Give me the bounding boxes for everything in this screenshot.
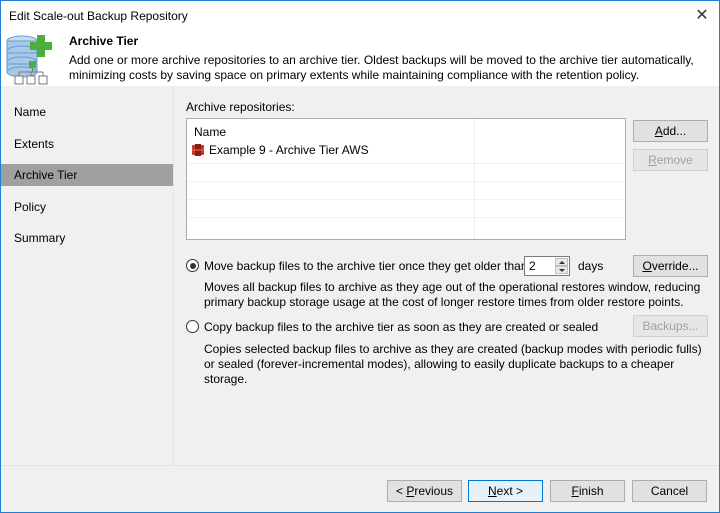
- sidebar-item-policy[interactable]: Policy: [1, 196, 173, 218]
- wizard-window: Edit Scale-out Backup Repository ✕ Archi…: [0, 0, 720, 513]
- next-button[interactable]: Next >: [468, 480, 543, 502]
- empty-row: [187, 199, 625, 218]
- remove-button-label: emove: [656, 153, 693, 167]
- override-button-label: verride...: [651, 259, 699, 273]
- override-button[interactable]: Override...: [633, 255, 708, 277]
- empty-row: [187, 181, 625, 200]
- spinner-buttons: [555, 258, 568, 274]
- sidebar-item-extents[interactable]: Extents: [1, 133, 173, 155]
- move-option-radio[interactable]: [186, 259, 199, 272]
- backups-button-label: Backups...: [642, 319, 699, 333]
- finish-mnemonic: F: [571, 484, 579, 498]
- archive-repositories-label: Archive repositories:: [186, 100, 295, 114]
- empty-row: [187, 217, 625, 236]
- move-option-label[interactable]: Move backup files to the archive tier on…: [204, 259, 528, 273]
- previous-prefix: <: [395, 484, 407, 498]
- footer-divider: [1, 465, 719, 466]
- copy-option-label[interactable]: Copy backup files to the archive tier as…: [204, 320, 598, 334]
- add-button-label: dd...: [662, 124, 687, 138]
- remove-repository-button[interactable]: Remove: [633, 149, 708, 171]
- scale-out-repository-add-icon: [6, 35, 52, 85]
- arrow-up-icon: [559, 261, 565, 264]
- close-button[interactable]: ✕: [685, 1, 719, 31]
- empty-row: [187, 163, 625, 182]
- aws-s3-icon: [192, 144, 204, 156]
- wizard-content: Archive repositories: Name Example 9 - A…: [174, 87, 719, 465]
- days-value[interactable]: 2: [529, 259, 536, 273]
- finish-button-label: inish: [578, 484, 604, 498]
- sidebar-item-summary[interactable]: Summary: [1, 227, 173, 249]
- backups-button[interactable]: Backups...: [633, 315, 708, 337]
- previous-button[interactable]: < Previous: [387, 480, 462, 502]
- archive-repositories-list[interactable]: Name Example 9 - Archive Tier AWS: [186, 118, 626, 240]
- page-title: Archive Tier: [69, 34, 139, 48]
- remove-mnemonic: R: [648, 153, 657, 167]
- add-repository-button[interactable]: Add...: [633, 120, 708, 142]
- finish-button[interactable]: Finish: [550, 480, 625, 502]
- days-spinner[interactable]: 2: [524, 256, 570, 276]
- previous-button-label: revious: [414, 484, 454, 498]
- move-option-description: Moves all backup files to archive as the…: [204, 280, 701, 309]
- window-title: Edit Scale-out Backup Repository: [9, 9, 188, 23]
- arrow-down-icon: [559, 269, 565, 272]
- page-description: Add one or more archive repositories to …: [69, 53, 694, 82]
- days-unit-label: days: [578, 259, 604, 273]
- repository-name: Example 9 - Archive Tier AWS: [209, 143, 369, 157]
- radio-selected-dot: [189, 262, 196, 269]
- column-header-name[interactable]: Name: [194, 125, 226, 139]
- wizard-steps-sidebar: Name Extents Archive Tier Policy Summary: [1, 87, 174, 465]
- spinner-down-button[interactable]: [555, 266, 568, 274]
- next-button-label: ext >: [496, 484, 524, 498]
- copy-option-radio[interactable]: [186, 320, 199, 333]
- wizard-header: Archive Tier Add one or more archive rep…: [1, 31, 719, 86]
- cancel-button[interactable]: Cancel: [632, 480, 707, 502]
- list-item[interactable]: Example 9 - Archive Tier AWS: [187, 141, 625, 159]
- add-mnemonic: A: [654, 124, 663, 138]
- override-mnemonic: O: [642, 259, 652, 273]
- spinner-up-button[interactable]: [555, 258, 568, 266]
- sidebar-item-archive-tier[interactable]: Archive Tier: [1, 164, 173, 186]
- copy-option-description: Copies selected backup files to archive …: [204, 342, 702, 386]
- next-mnemonic: N: [487, 484, 497, 498]
- sidebar-item-name[interactable]: Name: [1, 101, 173, 123]
- title-bar: Edit Scale-out Backup Repository ✕: [1, 1, 719, 31]
